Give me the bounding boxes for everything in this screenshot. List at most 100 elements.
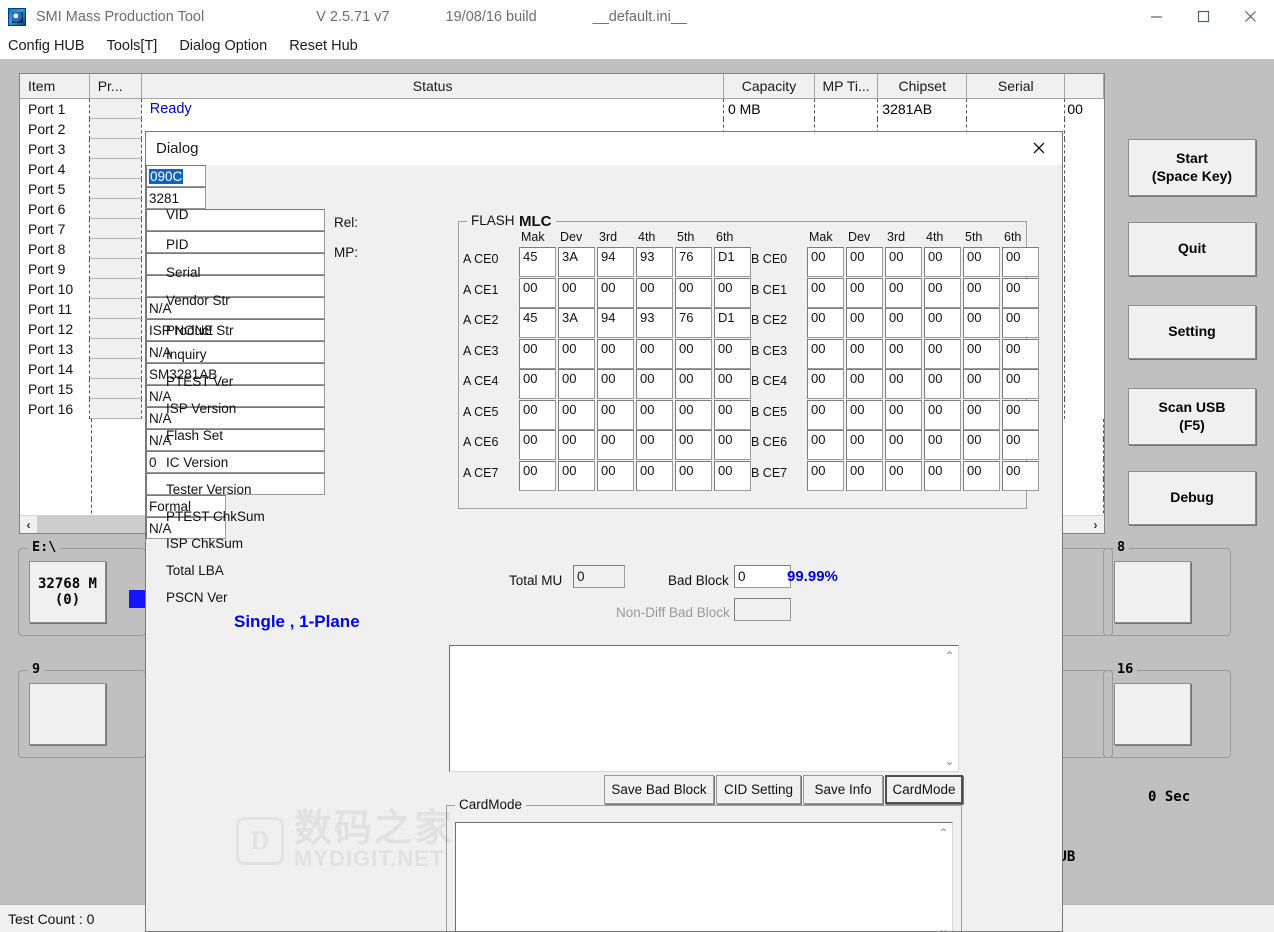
flash-cell-b-ce5-5[interactable]: 00: [1002, 399, 1039, 430]
flash-cell-b-ce4-4[interactable]: 00: [963, 369, 1000, 399]
menu-item-tools[interactable]: Tools[T]: [107, 38, 158, 54]
flash-cell-b-ce3-5[interactable]: 00: [1002, 338, 1039, 369]
flash-cell-b-ce5-1[interactable]: 00: [846, 399, 883, 430]
flash-cell-a-ce0-2[interactable]: 94: [597, 247, 634, 277]
flash-cell-a-ce4-1[interactable]: 00: [558, 369, 595, 399]
scroll-left-arrow-icon[interactable]: ‹: [20, 516, 37, 533]
bad-block-field[interactable]: 0: [734, 565, 791, 588]
flash-cell-b-ce3-2[interactable]: 00: [885, 338, 922, 369]
maximize-icon[interactable]: [1180, 0, 1227, 33]
flash-cell-a-ce7-2[interactable]: 00: [597, 460, 634, 491]
flash-cell-b-ce5-2[interactable]: 00: [885, 399, 922, 430]
flash-cell-b-ce2-4[interactable]: 00: [963, 308, 1000, 338]
flash-cell-b-ce3-0[interactable]: 00: [807, 338, 844, 369]
flash-cell-b-ce6-2[interactable]: 00: [885, 430, 922, 460]
flash-cell-b-ce3-4[interactable]: 00: [963, 338, 1000, 369]
flash-cell-a-ce4-3[interactable]: 00: [636, 369, 673, 399]
flash-cell-a-ce4-5[interactable]: 00: [714, 369, 751, 399]
flash-cell-b-ce6-4[interactable]: 00: [963, 430, 1000, 460]
start-button[interactable]: Start (Space Key): [1128, 139, 1256, 196]
column-header-serial[interactable]: Serial: [967, 74, 1066, 99]
flash-cell-a-ce3-0[interactable]: 00: [519, 338, 556, 369]
flash-cell-a-ce6-4[interactable]: 00: [675, 430, 712, 460]
flash-cell-b-ce1-0[interactable]: 00: [807, 277, 844, 308]
flash-cell-b-ce7-3[interactable]: 00: [924, 460, 961, 491]
menu-item-reset-hub[interactable]: Reset Hub: [289, 38, 358, 54]
flash-cell-b-ce0-5[interactable]: 00: [1002, 247, 1039, 277]
flash-cell-b-ce2-2[interactable]: 00: [885, 308, 922, 338]
cardmode-scroll-down-arrow-icon[interactable]: ⌄: [938, 919, 948, 931]
flash-cell-b-ce1-3[interactable]: 00: [924, 277, 961, 308]
flash-cell-a-ce6-5[interactable]: 00: [714, 430, 751, 460]
flash-cell-b-ce1-5[interactable]: 00: [1002, 277, 1039, 308]
cid-setting-button[interactable]: CID Setting: [716, 775, 801, 804]
column-header-mp-time[interactable]: MP Ti...: [814, 74, 879, 99]
flash-cell-b-ce2-3[interactable]: 00: [924, 308, 961, 338]
flash-cell-b-ce6-1[interactable]: 00: [846, 430, 883, 460]
flash-cell-a-ce7-4[interactable]: 00: [675, 460, 712, 491]
flash-cell-b-ce6-5[interactable]: 00: [1002, 430, 1039, 460]
flash-cell-b-ce7-4[interactable]: 00: [963, 460, 1000, 491]
slot-8-face[interactable]: [1114, 561, 1191, 623]
flash-cell-a-ce4-4[interactable]: 00: [675, 369, 712, 399]
flash-cell-b-ce4-5[interactable]: 00: [1002, 369, 1039, 399]
debug-button[interactable]: Debug: [1128, 471, 1256, 525]
flash-cell-a-ce7-1[interactable]: 00: [558, 460, 595, 491]
scroll-right-arrow-icon[interactable]: ›: [1087, 516, 1104, 533]
flash-cell-a-ce6-0[interactable]: 00: [519, 430, 556, 460]
slot-9-face[interactable]: [29, 683, 106, 745]
flash-cell-b-ce2-1[interactable]: 00: [846, 308, 883, 338]
flash-cell-a-ce6-2[interactable]: 00: [597, 430, 634, 460]
slot-9[interactable]: 9: [18, 661, 146, 758]
column-header-spare[interactable]: [1065, 74, 1104, 99]
flash-cell-b-ce0-0[interactable]: 00: [807, 247, 844, 277]
save-info-button[interactable]: Save Info: [803, 775, 883, 804]
table-row[interactable]: Port 1 Ready 0 MB 3281AB 00: [20, 99, 1104, 119]
flash-cell-a-ce5-5[interactable]: 00: [714, 399, 751, 430]
flash-cell-b-ce6-3[interactable]: 00: [924, 430, 961, 460]
flash-cell-b-ce5-3[interactable]: 00: [924, 399, 961, 430]
slot-16[interactable]: 16: [1103, 661, 1231, 758]
flash-cell-b-ce0-4[interactable]: 00: [963, 247, 1000, 277]
slot-8[interactable]: 8: [1103, 539, 1231, 636]
flash-cell-a-ce1-2[interactable]: 00: [597, 277, 634, 308]
flash-cell-b-ce4-3[interactable]: 00: [924, 369, 961, 399]
slot-16-face[interactable]: [1114, 683, 1191, 745]
column-header-pr[interactable]: Pr...: [89, 74, 143, 99]
slot-e-drive[interactable]: E:\ 32768 M (0): [18, 539, 147, 636]
flash-cell-b-ce3-3[interactable]: 00: [924, 338, 961, 369]
total-mu-field[interactable]: 0: [573, 565, 625, 588]
flash-cell-b-ce7-2[interactable]: 00: [885, 460, 922, 491]
flash-cell-a-ce5-4[interactable]: 00: [675, 399, 712, 430]
flash-cell-a-ce6-3[interactable]: 00: [636, 430, 673, 460]
flash-cell-a-ce2-3[interactable]: 93: [636, 308, 673, 338]
flash-cell-b-ce4-1[interactable]: 00: [846, 369, 883, 399]
flash-cell-b-ce7-5[interactable]: 00: [1002, 460, 1039, 491]
flash-cell-a-ce3-5[interactable]: 00: [714, 338, 751, 369]
slot-e-face[interactable]: 32768 M (0): [29, 561, 106, 623]
flash-cell-b-ce4-2[interactable]: 00: [885, 369, 922, 399]
flash-cell-a-ce5-1[interactable]: 00: [558, 399, 595, 430]
flash-cell-b-ce3-1[interactable]: 00: [846, 338, 883, 369]
column-header-capacity[interactable]: Capacity: [724, 74, 815, 99]
flash-cell-a-ce2-1[interactable]: 3A: [558, 308, 595, 338]
save-bad-block-button[interactable]: Save Bad Block: [604, 775, 714, 804]
scroll-down-arrow-icon[interactable]: ⌄: [944, 751, 954, 771]
flash-cell-a-ce0-4[interactable]: 76: [675, 247, 712, 277]
flash-cell-a-ce1-1[interactable]: 00: [558, 277, 595, 308]
flash-cell-a-ce4-2[interactable]: 00: [597, 369, 634, 399]
field-input-pid[interactable]: 3281: [146, 187, 206, 209]
flash-cell-a-ce2-5[interactable]: D1: [714, 308, 751, 338]
scan-usb-button[interactable]: Scan USB (F5): [1128, 388, 1256, 445]
flash-cell-a-ce0-1[interactable]: 3A: [558, 247, 595, 277]
flash-cell-a-ce0-3[interactable]: 93: [636, 247, 673, 277]
flash-cell-a-ce7-0[interactable]: 00: [519, 460, 556, 491]
flash-cell-a-ce5-2[interactable]: 00: [597, 399, 634, 430]
flash-cell-a-ce3-2[interactable]: 00: [597, 338, 634, 369]
flash-cell-a-ce0-0[interactable]: 45: [519, 247, 556, 277]
flash-cell-a-ce1-0[interactable]: 00: [519, 277, 556, 308]
flash-cell-b-ce0-1[interactable]: 00: [846, 247, 883, 277]
flash-cell-b-ce1-1[interactable]: 00: [846, 277, 883, 308]
field-input-vid[interactable]: 090C: [146, 165, 206, 187]
flash-cell-a-ce2-4[interactable]: 76: [675, 308, 712, 338]
